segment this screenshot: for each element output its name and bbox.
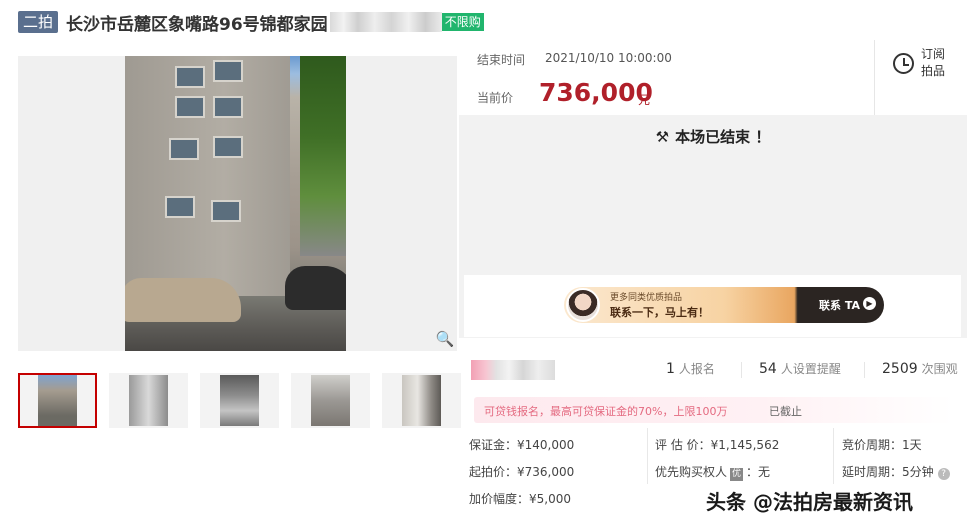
tree [300,56,346,256]
auction-round-badge: 二拍 [18,11,59,33]
deposit-loan-status: 已截止 [769,405,802,418]
delay-cycle-text: 延时周期：5分钟 [842,465,934,479]
contact-agent-banner[interactable]: 更多同类优质拍品 联系一下，马上有！ 联系 TA ▶ [564,287,884,323]
reminder-number: 54 [759,361,777,377]
priority-buyer-label: 优先购买权人 [655,465,728,479]
window [169,138,199,160]
reminder-count: 54 人设置提醒 [759,360,841,377]
divider [647,428,648,484]
starting-price: 起拍价：¥736,000 [469,465,575,479]
window [213,136,243,158]
title-row: 二拍 长沙市岳麓区象嘴路96号锦都家园 不限购 [18,10,484,35]
window [175,66,205,88]
current-price-label: 当前价 [477,91,514,105]
redacted-address [329,12,442,32]
deposit-amount: 保证金：¥140,000 [469,438,575,452]
view-number: 2509 [882,361,918,377]
price-unit: 元 [638,93,651,107]
window [213,60,243,82]
main-photo[interactable]: 🔍 [18,56,457,351]
end-time-value: 2021/10/10 10:00:00 [545,51,672,65]
thumbnail-image [402,375,441,426]
appraisal-price: 评 估 价：¥1,145,562 [655,438,780,452]
thumbnail-image [311,375,350,426]
window [175,96,205,118]
signup-label: 人报名 [678,362,715,376]
agent-avatar [566,288,600,322]
deposit-loan-text: 可贷钱报名，最高可贷保证金的70%，上限100万 [484,405,728,418]
building-photo [125,56,346,351]
signup-count: 1 人报名 [666,360,715,377]
stats-row: 1 人报名 54 人设置提醒 2509 次围观 [459,348,967,388]
auction-status-panel: ⚒ 本场已结束 ！ 更多同类优质拍品 联系一下，马上有！ 联系 TA ▶ [459,115,967,338]
subscribe-label: 订阅拍品 [921,47,946,78]
auction-info: 结束时间 2021/10/10 10:00:00 当前价 736,000 元 订… [459,40,967,115]
reminder-label: 人设置提醒 [780,362,841,376]
alarm-clock-icon [893,53,914,74]
thumbnail[interactable] [382,373,461,428]
priority-buyer-value: ：无 [746,465,771,479]
thumbnail-strip [18,373,461,428]
promo-area: 更多同类优质拍品 联系一下，马上有！ 联系 TA ▶ [464,275,961,337]
car [285,266,346,310]
thumbnail[interactable] [109,373,188,428]
thumbnail[interactable] [18,373,97,428]
bidding-cycle: 竞价周期：1天 [842,438,922,452]
thumbnail-image [38,375,77,426]
no-purchase-limit-badge: 不限购 [441,13,484,31]
divider [833,428,834,484]
car [125,278,241,322]
view-count: 2509 次围观 [882,360,958,377]
thumbnail-image [220,375,259,426]
view-label: 次围观 [921,362,958,376]
end-time-label: 结束时间 [477,53,526,67]
building [125,56,290,296]
chevron-right-icon: ▶ [863,297,876,310]
auction-ended-text: 本场已结束 ！ [675,128,771,146]
subscribe-button[interactable]: 订阅拍品 [874,40,967,115]
deposit-loan-banner[interactable]: 可贷钱报名，最高可贷保证金的70%，上限100万 已截止 [474,397,954,423]
signup-number: 1 [666,361,675,377]
watermark: 头条 @法拍房最新资讯 [706,490,913,514]
zoom-icon[interactable]: 🔍 [435,329,455,349]
page-title: 长沙市岳麓区象嘴路96号锦都家园 [66,14,328,35]
current-price: 736,000 [539,78,653,107]
window [211,200,241,222]
redacted-username [471,360,555,380]
gavel-icon: ⚒ [655,128,670,146]
window [165,196,195,218]
promo-subtitle: 更多同类优质拍品 [610,293,683,303]
priority-badge: 优 [730,468,744,481]
thumbnail-image [129,375,168,426]
divider [864,362,865,378]
contact-button[interactable]: 联系 TA [819,297,860,313]
delay-cycle: 延时周期：5分钟? [842,463,950,480]
promo-title: 联系一下，马上有！ [610,306,709,319]
bid-increment: 加价幅度：¥5,000 [469,492,571,506]
thumbnail[interactable] [291,373,370,428]
divider [741,362,742,378]
priority-buyer: 优先购买权人优：无 [655,463,770,481]
help-icon[interactable]: ? [937,468,950,480]
auction-ended-message: ⚒ 本场已结束 ！ [459,126,967,147]
window [213,96,243,118]
thumbnail[interactable] [200,373,279,428]
